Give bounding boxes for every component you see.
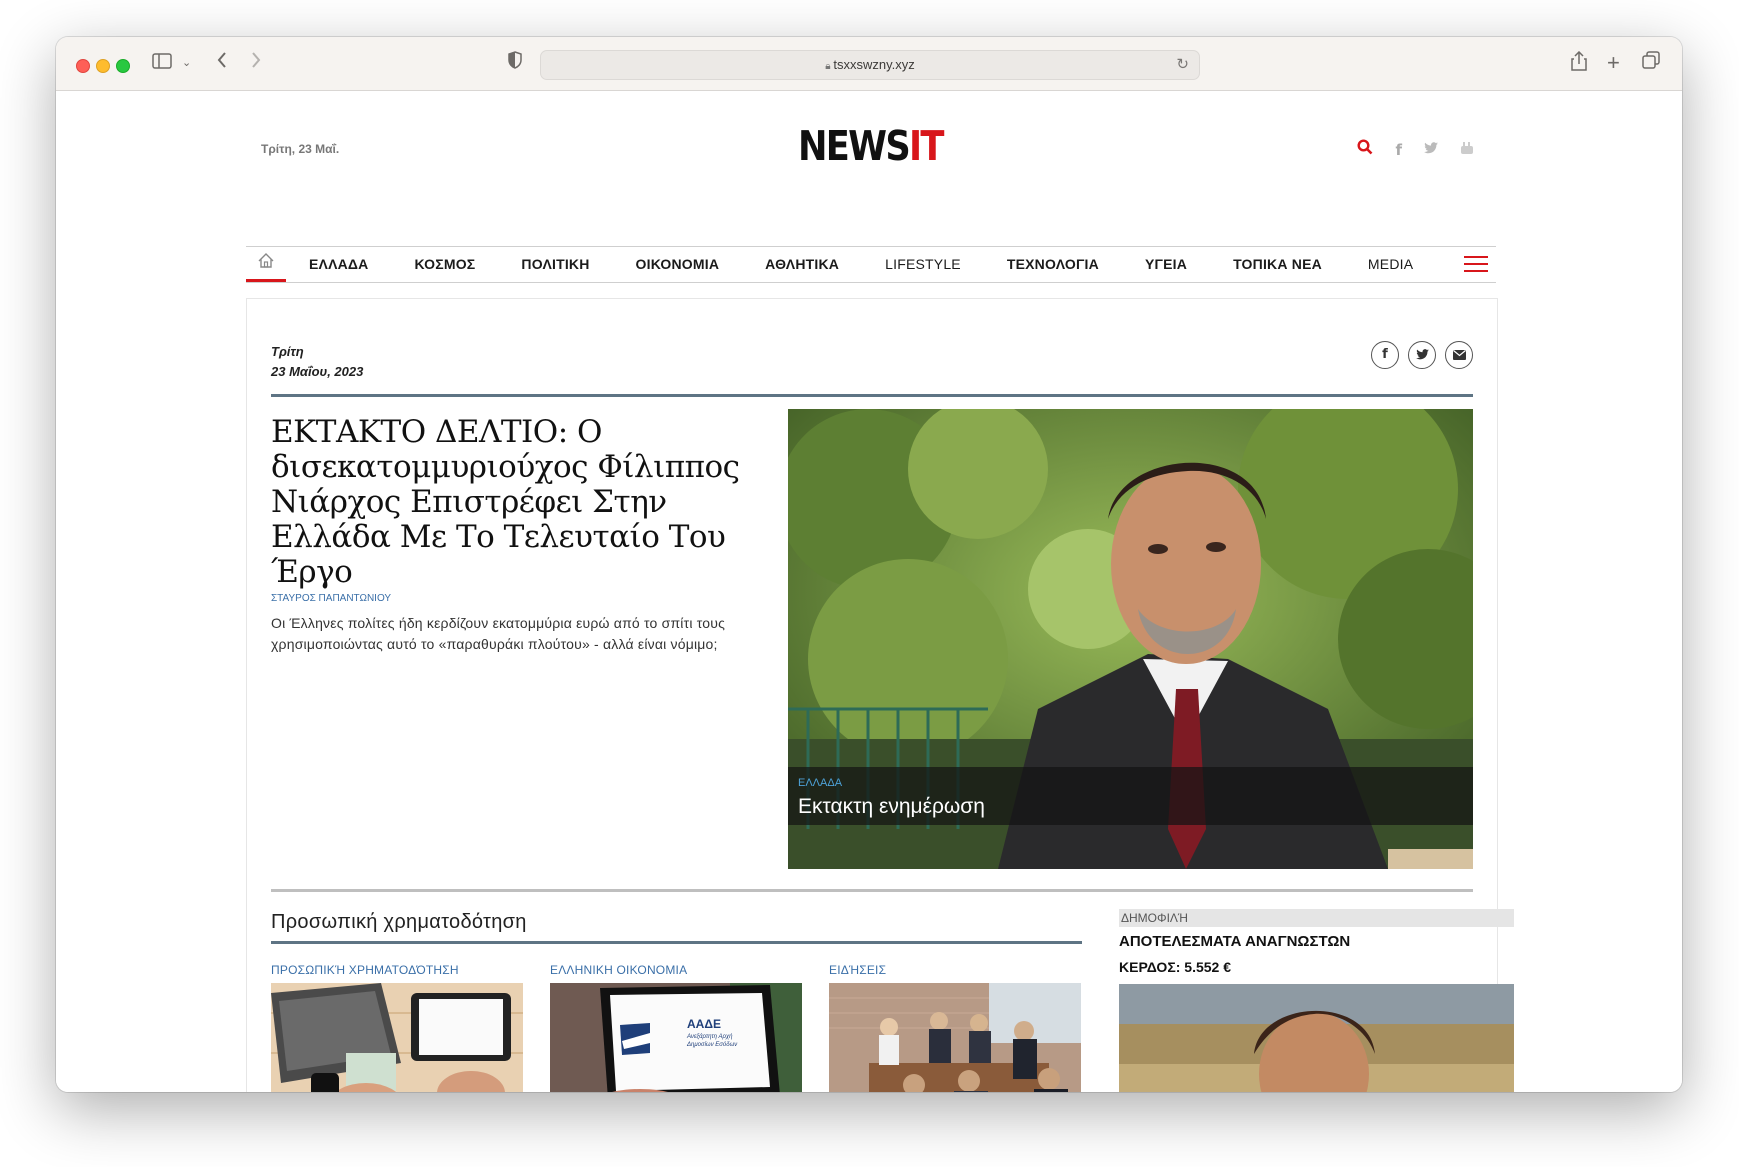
card-category[interactable]: ΕΛΛΗΝΙΚΗ ΟΙΚΟΝΟΜΙΑ	[550, 963, 802, 977]
sidebar-title[interactable]: ΑΠΟΤΕΛΕΣΜΑΤΑ ΑΝΑΓΝΩΣΤΩΝ	[1119, 933, 1350, 950]
search-icon[interactable]	[1357, 139, 1373, 160]
tab-overview-icon[interactable]	[1642, 51, 1660, 75]
laptop-desk-photo	[271, 983, 523, 1092]
card-news[interactable]: ΕΙΔΉΣΕΙΣ	[829, 963, 1081, 1092]
section-divider	[271, 889, 1473, 892]
youtube-icon[interactable]	[1460, 141, 1474, 159]
article-date: 23 Μαΐου, 2023	[271, 364, 364, 379]
hero-caption-bar: ΕΛΛΑΔΑ Εκτακτη ενημέρωση	[788, 767, 1473, 825]
share-icon[interactable]	[1571, 50, 1587, 77]
header-date: Τρίτη, 23 Μαΐ.	[261, 142, 340, 156]
aade-screen-title: ΑΑΔΕ	[687, 1017, 721, 1031]
nav-item-ellada[interactable]: ΕΛΛΑΔΑ	[286, 247, 392, 282]
web-page: Τρίτη, 23 Μαΐ. NEWS IT f ΕΛΛΑΔΑ ΚΟΣΜΟΣ Π…	[56, 91, 1682, 1092]
chevron-down-icon[interactable]: ⌄	[182, 51, 191, 75]
reload-icon[interactable]: ↻	[1176, 55, 1189, 73]
back-arrow-icon[interactable]	[216, 51, 228, 75]
nav-item-media[interactable]: MEDIA	[1345, 247, 1436, 282]
new-tab-plus-icon[interactable]: +	[1607, 51, 1620, 75]
header-icons: f	[1357, 139, 1474, 160]
twitter-icon[interactable]	[1424, 141, 1438, 158]
nav-item-technologia[interactable]: ΤΕΧΝΟΛΟΓΙΑ	[984, 247, 1122, 282]
card-greek-economy[interactable]: ΕΛΛΗΝΙΚΗ ΟΙΚΟΝΟΜΙΑ ΑΑΔΕ Ανεξάρτητη Αρχή …	[550, 963, 802, 1092]
url-text: 🔒︎ tsxxswzny.xyz	[825, 57, 915, 72]
main-content: Τρίτη 23 Μαΐου, 2023 f ΕΚΤΑΚΤΟ ΔΕΛΤΙΟ: Ο…	[246, 298, 1514, 1092]
meeting-photo	[829, 983, 1081, 1092]
article-author[interactable]: ΣΤΑΥΡΟΣ ΠΑΠΑΝΤΩΝΙΟΥ	[271, 593, 391, 604]
aade-screen-subtitle: Ανεξάρτητη Αρχή Δημοσίων Εσόδων	[687, 1034, 738, 1048]
share-email-icon[interactable]	[1445, 341, 1473, 369]
man-portrait-photo	[1119, 984, 1514, 1092]
privacy-shield-icon[interactable]	[508, 51, 522, 75]
card-image[interactable]	[271, 983, 523, 1092]
sidebar-subtitle: ΚΕΡΔΟΣ: 5.552 €	[1119, 959, 1231, 975]
address-bar[interactable]: 🔒︎ tsxxswzny.xyz ↻	[540, 50, 1200, 80]
card-category[interactable]: ΠΡΟΣΩΠΙΚΉ ΧΡΗΜΑΤΟΔΌΤΗΣΗ	[271, 963, 523, 977]
article-day: Τρίτη	[271, 344, 304, 359]
hero-caption[interactable]: Εκτακτη ενημέρωση	[798, 795, 985, 819]
section-title-underline	[271, 941, 1082, 944]
article-lead: Οι Έλληνες πολίτες ήδη κερδίζουν εκατομμ…	[271, 615, 726, 652]
hamburger-menu-icon[interactable]	[1464, 256, 1488, 272]
nav-items: ΕΛΛΑΔΑ ΚΟΣΜΟΣ ΠΟΛΙΤΙΚΗ ΟΙΚΟΝΟΜΙΑ ΑΘΛΗΤΙΚ…	[286, 247, 1436, 282]
minimize-window-button[interactable]	[96, 59, 110, 73]
article-divider	[271, 394, 1473, 397]
facebook-icon[interactable]: f	[1395, 141, 1402, 159]
nav-item-oikonomia[interactable]: ΟΙΚΟΝΟΜΙΑ	[613, 247, 743, 282]
zoom-window-button[interactable]	[116, 59, 130, 73]
sidebar-image[interactable]	[1119, 984, 1514, 1092]
nav-item-topika-nea[interactable]: ΤΟΠΙΚΑ ΝΕΑ	[1210, 247, 1345, 282]
close-window-button[interactable]	[76, 59, 90, 73]
nav-item-lifestyle[interactable]: LIFESTYLE	[862, 247, 984, 282]
section-title[interactable]: Προσωπική χρηματοδότηση	[271, 911, 527, 934]
site-logo[interactable]: NEWS IT	[798, 124, 948, 168]
aade-laptop-photo	[550, 983, 802, 1092]
forward-arrow-icon[interactable]	[250, 51, 262, 75]
share-buttons: f	[1371, 341, 1473, 369]
sidebar-toggle-icon[interactable]	[152, 51, 172, 75]
nav-item-kosmos[interactable]: ΚΟΣΜΟΣ	[392, 247, 499, 282]
browser-toolbar: ⌄ 🔒︎ tsxxswzny.xyz ↻ +	[56, 37, 1682, 91]
card-image[interactable]	[829, 983, 1081, 1092]
popular-label: ΔΗΜΟΦΙΛΉ	[1119, 909, 1514, 927]
main-navigation: ΕΛΛΑΔΑ ΚΟΣΜΟΣ ΠΟΛΙΤΙΚΗ ΟΙΚΟΝΟΜΙΑ ΑΘΛΗΤΙΚ…	[246, 246, 1496, 283]
home-icon[interactable]	[246, 247, 286, 282]
nav-item-ygeia[interactable]: ΥΓΕΙΑ	[1122, 247, 1210, 282]
share-twitter-icon[interactable]	[1408, 341, 1436, 369]
card-category[interactable]: ΕΙΔΉΣΕΙΣ	[829, 963, 1081, 977]
article-headline[interactable]: ΕΚΤΑΚΤΟ ΔΕΛΤΙΟ: Ο δισεκατομμυριούχος Φίλ…	[271, 415, 741, 590]
hero-category[interactable]: ΕΛΛΑΔΑ	[798, 777, 842, 789]
hero-image[interactable]: ΕΛΛΑΔΑ Εκτακτη ενημέρωση	[788, 409, 1473, 869]
nav-item-politiki[interactable]: ΠΟΛΙΤΙΚΗ	[498, 247, 612, 282]
share-facebook-icon[interactable]: f	[1371, 341, 1399, 369]
browser-window: ⌄ 🔒︎ tsxxswzny.xyz ↻ + Τρίτη, 23 Μαΐ. NE…	[56, 37, 1682, 1092]
typing-hands	[612, 1089, 668, 1092]
nav-item-athlitika[interactable]: ΑΘΛΗΤΙΚΑ	[742, 247, 862, 282]
card-image[interactable]: ΑΑΔΕ Ανεξάρτητη Αρχή Δημοσίων Εσόδων	[550, 983, 802, 1092]
card-personal-finance[interactable]: ΠΡΟΣΩΠΙΚΉ ΧΡΗΜΑΤΟΔΌΤΗΣΗ	[271, 963, 523, 1092]
